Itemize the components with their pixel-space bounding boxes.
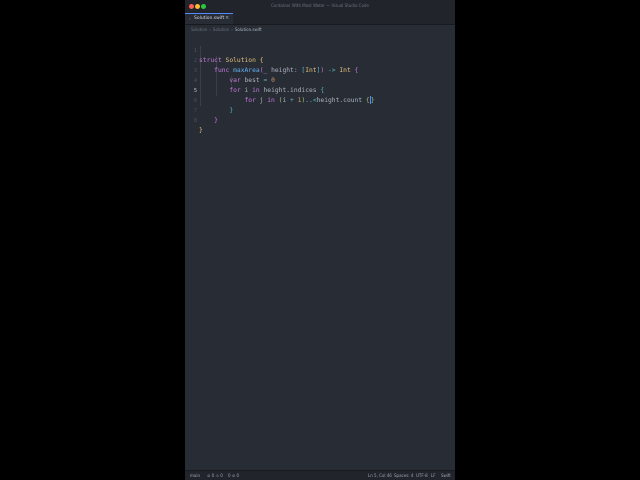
code-line-active: 5 for j in (i + 1)..<height.count {}: [185, 76, 455, 104]
status-encoding[interactable]: UTF-8: [416, 473, 428, 478]
status-branch[interactable]: main: [190, 473, 200, 478]
code-line: 3 var best = 0: [185, 56, 455, 84]
swift-icon: ‹: [189, 16, 191, 21]
code-line: 4 for i in height.indices {: [185, 66, 455, 94]
close-tab-icon[interactable]: ×: [225, 15, 229, 21]
status-problems[interactable]: ⊘ 0 ⚠ 0: [207, 473, 223, 478]
status-bar: main ⊘ 0 ⚠ 0 0 ⊘ 0 Ln 5, Col 46 Spaces: …: [185, 470, 455, 480]
breadcrumb-item[interactable]: Solution: [213, 27, 229, 32]
code-line: 6 }: [185, 86, 455, 114]
tab-label: Solution.swift: [194, 16, 225, 21]
status-ports[interactable]: 0 ⊘ 0: [228, 473, 239, 478]
tab-bar: ‹ Solution.swift ×: [185, 13, 455, 25]
code-line: 7 }: [185, 96, 455, 124]
code-editor[interactable]: 1 struct Solution { 2 func maxArea(_ hei…: [185, 36, 455, 470]
code-line: 1 struct Solution {: [185, 36, 455, 64]
breadcrumb-item-file[interactable]: Solution.swift: [235, 27, 262, 32]
status-eol[interactable]: LF: [431, 473, 436, 478]
window-title: Container With Most Water — Visual Studi…: [271, 3, 369, 8]
breadcrumb-item[interactable]: Solution: [191, 27, 207, 32]
line-number: 8: [193, 118, 197, 124]
status-indentation[interactable]: Spaces: 4: [394, 473, 413, 478]
title-bar: Container With Most Water — Visual Studi…: [185, 0, 455, 13]
breadcrumb: Solution › Solution › Solution.swift: [191, 27, 262, 32]
editor-window: Container With Most Water — Visual Studi…: [185, 0, 455, 480]
code-line: 2 func maxArea(_ height: [Int]) -> Int {: [185, 46, 455, 74]
code-line: 8 }: [185, 106, 455, 134]
tab-solution-swift[interactable]: ‹ Solution.swift ×: [185, 13, 233, 24]
status-cursor-position[interactable]: Ln 5, Col 46: [368, 473, 392, 478]
status-language[interactable]: Swift: [441, 473, 451, 478]
